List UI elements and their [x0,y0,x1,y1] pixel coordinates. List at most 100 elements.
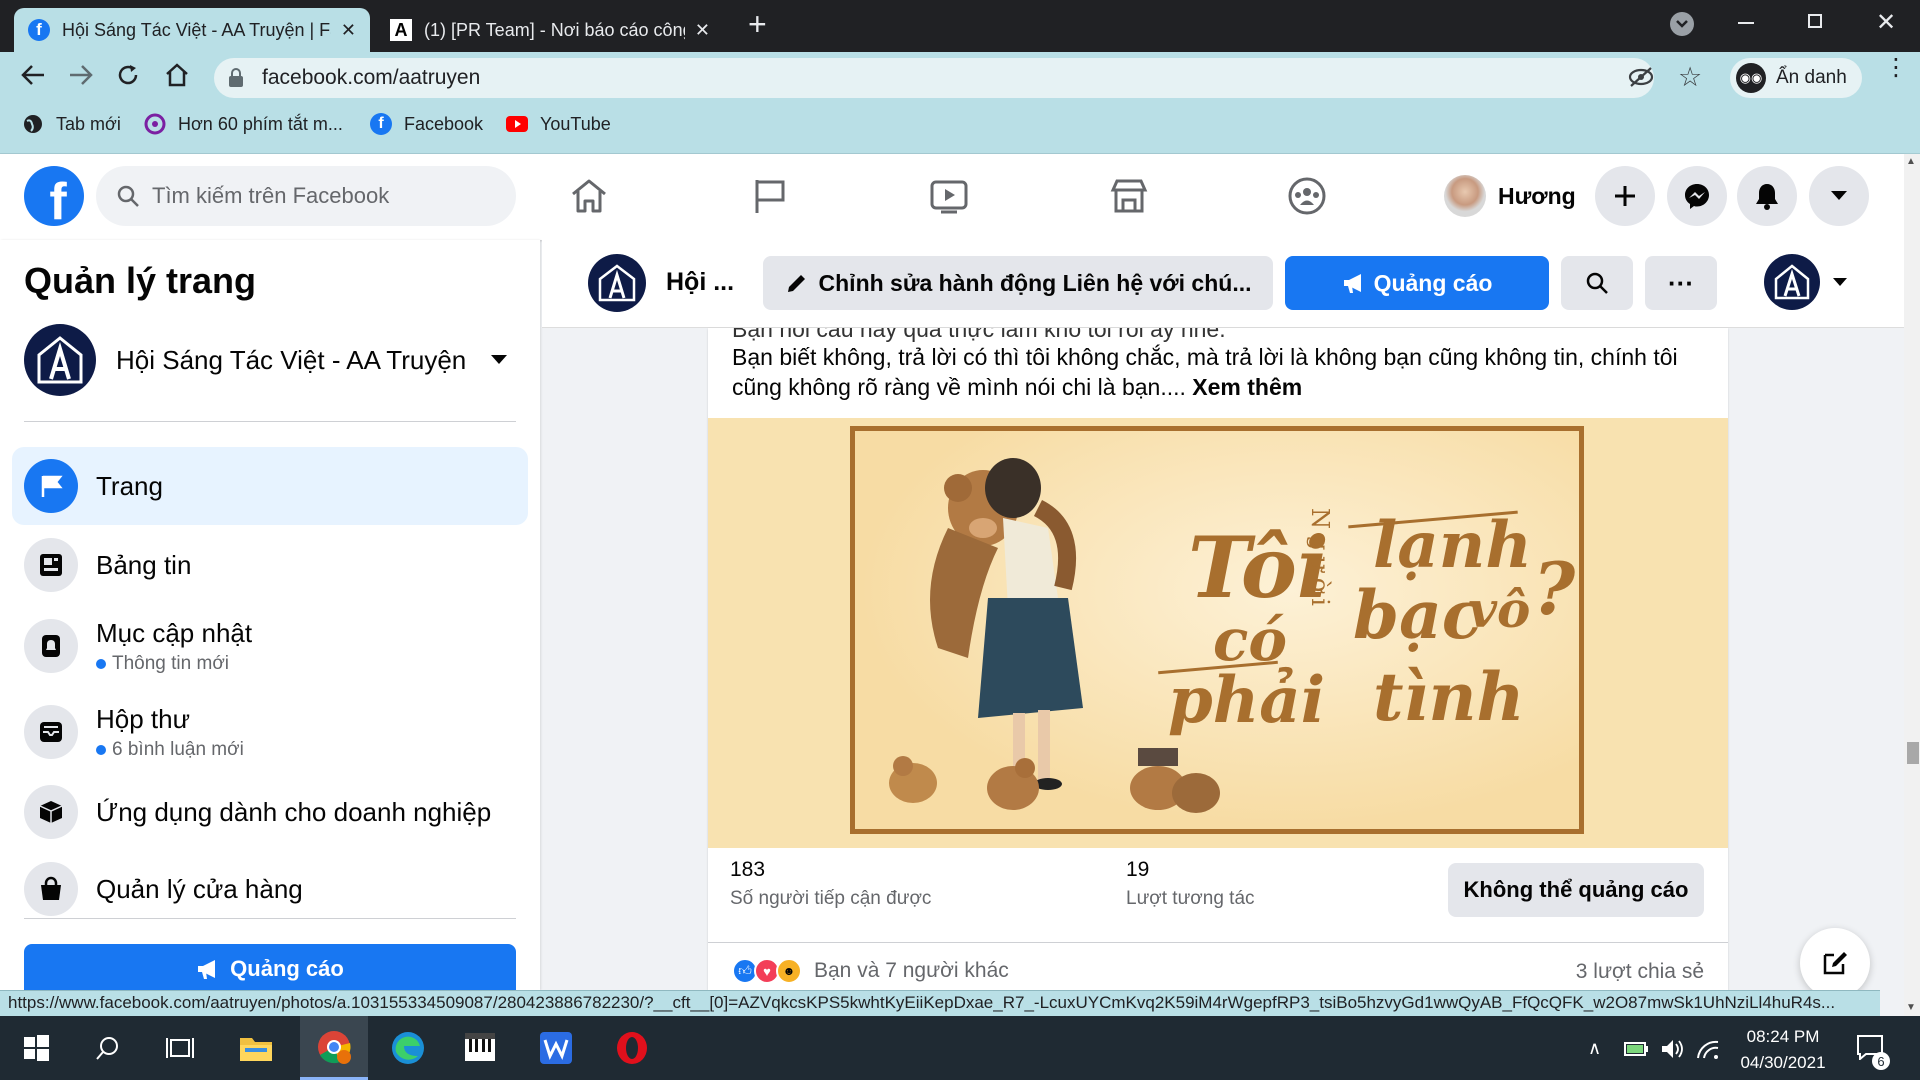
img-word: vô [1468,580,1531,639]
clock-time: 08:24 PM [1746,1027,1820,1046]
page-name-short[interactable]: Hội ... [666,268,734,297]
nav-groups-icon[interactable] [1283,172,1331,220]
close-window-icon[interactable]: ✕ [1876,8,1896,37]
nav-pages-flag-icon[interactable] [745,172,793,220]
account-menu-button[interactable] [1809,166,1869,226]
nav-watch-icon[interactable] [925,172,973,220]
voice-selector[interactable] [1764,254,1848,310]
notifications-button[interactable] [1737,166,1797,226]
sidebar-item-muc-cap-nhat[interactable]: Mục cập nhật Thông tin mới [12,604,528,688]
wifi-icon[interactable] [1696,1040,1720,1060]
clock[interactable]: 08:24 PM 04/30/2021 [1730,1024,1836,1076]
tab-search-icon[interactable] [1670,12,1694,36]
more-options-button[interactable]: ··· [1645,256,1717,310]
bookmark-label: YouTube [540,113,611,134]
reactions-text: Bạn và 7 người khác [814,959,1009,982]
engagement-value: 19 [1126,858,1150,881]
post-image[interactable]: Tôi có phải Người lạnh bạc vô ? tình [708,418,1728,848]
cannot-promote-button[interactable]: Không thể quảng cáo [1448,863,1704,917]
forward-icon[interactable] [68,64,94,86]
scroll-up-arrow-icon[interactable]: ▲ [1906,156,1916,167]
profile-button[interactable]: Hương [1440,170,1586,222]
edit-contact-action-button[interactable]: Chỉnh sửa hành động Liên hệ với chú... [763,256,1273,310]
sidebar-item-hop-thu[interactable]: Hộp thư 6 bình luận mới [12,690,528,774]
reload-icon[interactable] [116,63,140,87]
scroll-down-arrow-icon[interactable]: ▼ [1906,1002,1916,1013]
bookmark-shortcuts[interactable]: Hơn 60 phím tắt m... [144,113,343,135]
eye-off-icon[interactable] [1628,66,1654,88]
messenger-button[interactable] [1667,166,1727,226]
lock-icon[interactable] [228,68,244,88]
scroll-thumb[interactable] [1907,742,1919,764]
show-hidden-icons-icon[interactable]: ∧ [1588,1038,1601,1059]
battery-icon[interactable] [1624,1040,1650,1058]
sidebar-item-quan-ly-cua-hang[interactable]: Quản lý cửa hàng [12,850,528,928]
minimize-icon[interactable] [1738,22,1754,24]
new-tab-button[interactable]: + [748,6,767,43]
incognito-profile-button[interactable]: ◉◉ Ẩn danh [1730,58,1862,98]
chrome-taskbar-icon[interactable] [300,1016,368,1080]
new-message-button[interactable] [1800,928,1870,998]
sidebar-item-label: Ứng dụng dành cho doanh nghiệp [96,796,492,827]
tab-title: Hội Sáng Tác Việt - AA Truyện | Fa [62,19,331,40]
back-icon[interactable] [20,64,46,86]
facebook-logo-icon[interactable]: f [24,166,84,226]
tab-close-icon[interactable]: ✕ [341,20,356,41]
bookmark-tab-moi[interactable]: Tab mới [22,113,121,135]
start-windows-icon[interactable] [8,1022,64,1074]
sidebar-ad-button[interactable]: Quảng cáo [24,944,516,994]
restore-icon[interactable] [1808,14,1822,28]
url-text[interactable]: facebook.com/aatruyen [262,66,480,90]
shopping-bag-icon [24,862,78,916]
sidebar-item-bang-tin[interactable]: Bảng tin [12,526,528,604]
create-button[interactable] [1595,166,1655,226]
bookmark-facebook[interactable]: f Facebook [370,113,483,135]
news-feed-icon [24,538,78,592]
flag-icon [24,459,78,513]
page-switcher[interactable]: Hội Sáng Tác Việt - AA Truyện [24,322,516,398]
action-center-button[interactable]: 6 [1856,1034,1890,1070]
page-avatar-icon[interactable] [588,254,646,312]
page-scrollbar[interactable] [1904,154,1920,1016]
reactions-summary[interactable]: 👍︎ ♥ ☻ Bạn và 7 người khác [732,958,1009,984]
avatar [1444,175,1486,217]
page-search-button[interactable] [1561,256,1633,310]
edge-icon[interactable] [380,1022,436,1074]
tab-pr-team[interactable]: A (1) [PR Team] - Nơi báo cáo công ✕ [376,8,724,52]
tab-close-icon[interactable]: ✕ [695,20,710,41]
nav-marketplace-icon[interactable] [1105,172,1153,220]
see-more-link[interactable]: Xem thêm [1192,374,1302,400]
piano-app-icon[interactable] [452,1022,508,1074]
img-word-vertical: Người [1306,508,1334,612]
bookmark-label: Tab mới [56,113,121,134]
sidebar-item-label: Bảng tin [96,549,192,580]
file-explorer-icon[interactable] [228,1022,284,1074]
circle-q-icon [144,113,166,135]
image-title-text: Tôi có phải Người lạnh bạc vô ? tình [1158,488,1578,808]
task-view-icon[interactable] [152,1022,208,1074]
taskbar-search-icon[interactable] [80,1022,136,1074]
sidebar-item-trang[interactable]: Trang [12,447,528,525]
cannot-promote-label: Không thể quảng cáo [1463,877,1689,902]
bookmark-youtube[interactable]: YouTube [506,113,611,135]
volume-icon[interactable] [1660,1038,1684,1060]
opera-icon[interactable] [604,1022,660,1074]
cube-icon [24,785,78,839]
sidebar-item-ung-dung[interactable]: Ứng dụng dành cho doanh nghiệp [12,773,528,851]
bell-icon [1756,184,1778,210]
facebook-search-input[interactable]: Tìm kiếm trên Facebook [96,166,516,226]
page-avatar-icon [1764,254,1820,310]
promote-button-label: Quảng cáo [1373,269,1493,296]
bookmark-star-icon[interactable]: ☆ [1678,62,1702,93]
wps-writer-icon[interactable] [528,1022,584,1074]
home-icon[interactable] [164,62,190,88]
browser-menu-icon[interactable]: ⋮ [1884,56,1908,80]
shares-count[interactable]: 3 lượt chia sẻ [1576,960,1704,984]
promote-button[interactable]: Quảng cáo [1285,256,1549,310]
sub-text: 6 bình luận mới [112,738,244,760]
clock-date: 04/30/2021 [1740,1053,1826,1072]
tab-facebook[interactable]: f Hội Sáng Tác Việt - AA Truyện | Fa ✕ [14,8,370,52]
nav-home-icon[interactable] [565,172,613,220]
post-text-line: Bạn biết không, trả lời có thì tôi không… [732,344,1678,370]
search-placeholder: Tìm kiếm trên Facebook [152,183,390,208]
